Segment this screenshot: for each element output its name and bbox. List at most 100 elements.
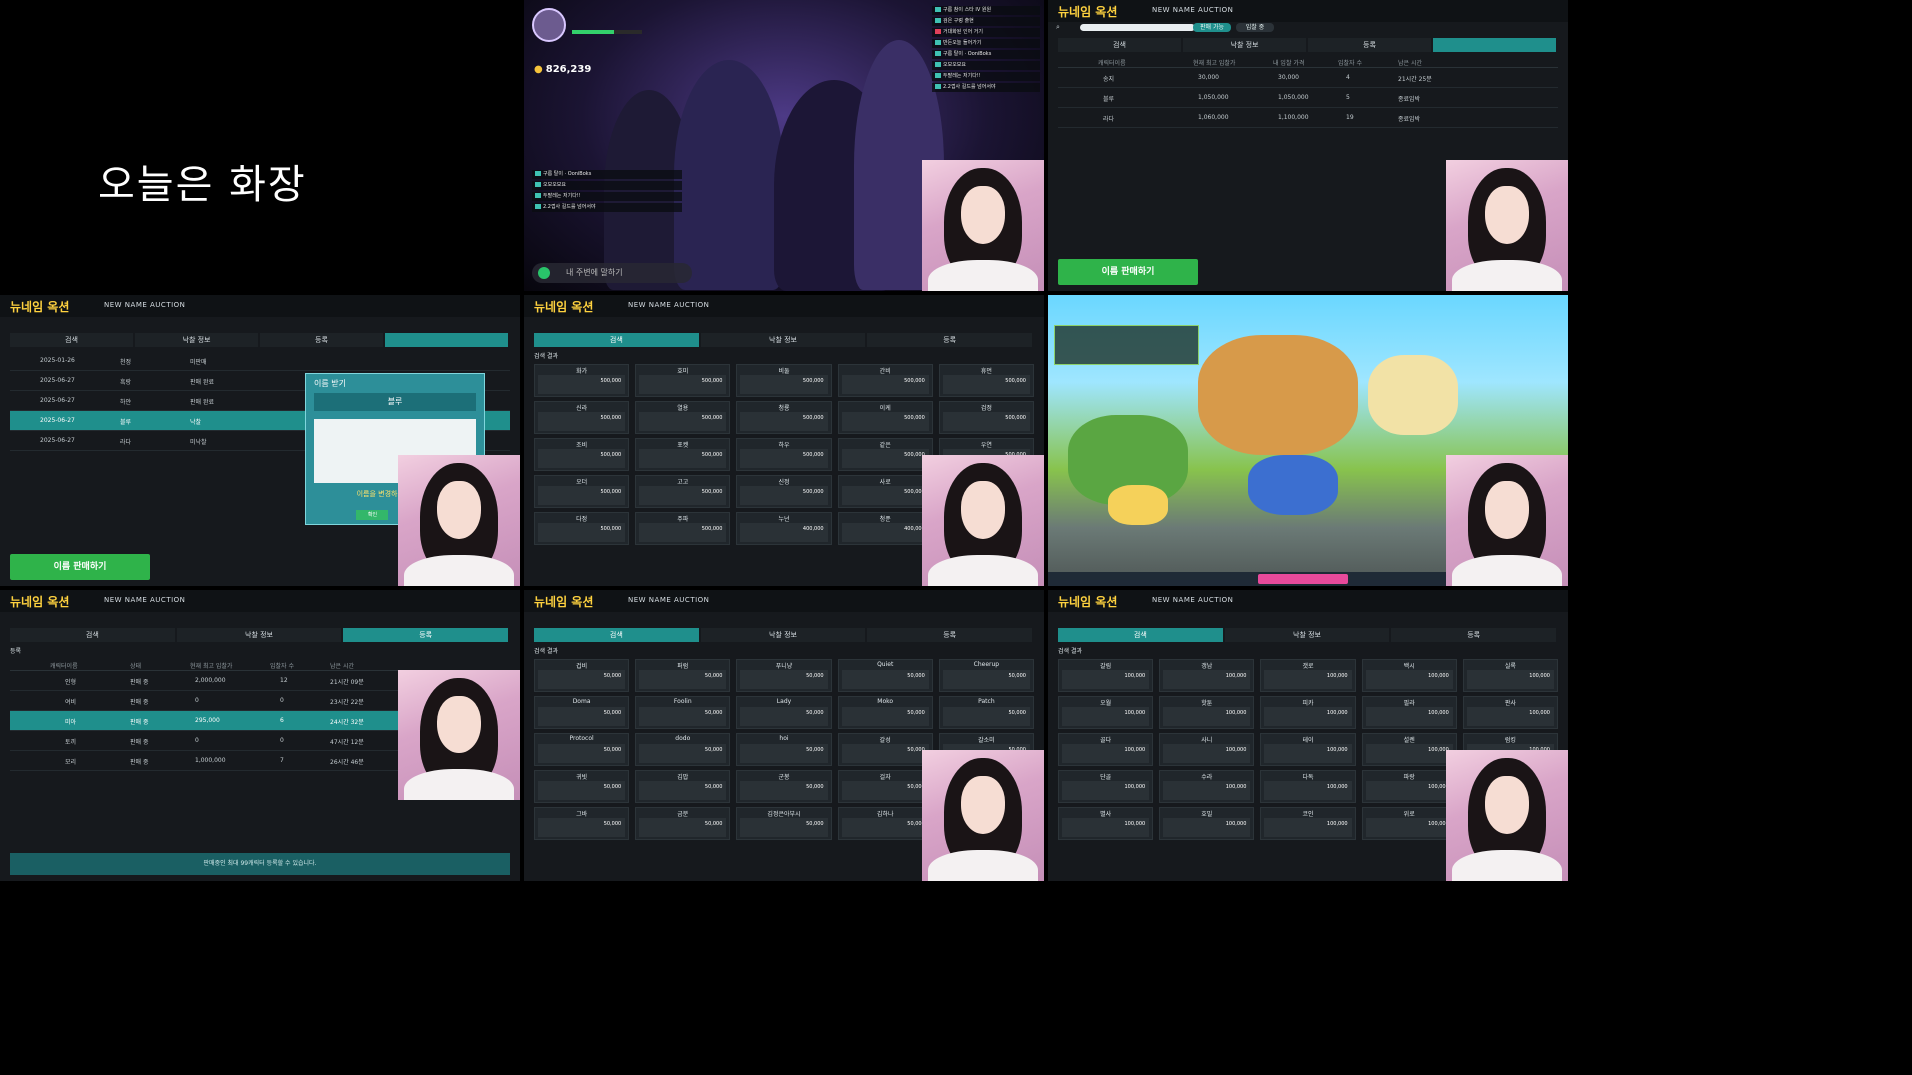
name-card[interactable]: 필라 100,000 [1361, 696, 1457, 729]
name-card[interactable]: 푸니냥 50,000 [736, 659, 832, 692]
tab-register[interactable]: 등록 [867, 628, 1033, 642]
say-input[interactable]: 내 주변에 말하기 [532, 263, 692, 283]
tab-register[interactable]: 등록 [867, 333, 1033, 347]
tab-register[interactable]: 등록 [1308, 38, 1431, 52]
name-card[interactable]: 휴먼 500,000 [938, 364, 1034, 397]
table-row[interactable]: 라다 1,060,000 1,100,000 19 종료임박 [1058, 108, 1558, 128]
tab-search[interactable]: 검색 [534, 628, 699, 642]
name-card[interactable]: 다독 100,000 [1260, 770, 1356, 803]
name-card[interactable]: 판사 100,000 [1462, 696, 1558, 729]
tab-bid[interactable]: 낙찰 정보 [135, 333, 258, 347]
tab-bid[interactable]: 낙찰 정보 [700, 333, 866, 347]
table-row[interactable]: 블루 1,050,000 1,050,000 5 종료임박 [1058, 88, 1558, 108]
name-card[interactable]: 이케 500,000 [837, 401, 933, 434]
name-card[interactable]: 신정 500,000 [736, 475, 832, 508]
tab-bid[interactable]: 낙찰 정보 [1183, 38, 1306, 52]
name-card[interactable]: 군봉 50,000 [736, 770, 832, 803]
tab-search[interactable]: 검색 [10, 333, 133, 347]
name-card[interactable]: 포켓 500,000 [635, 438, 731, 471]
table-header: 캐릭터이름 현재 최고 입찰가 내 입찰 가격 입찰자 수 남은 시간 [1058, 56, 1558, 68]
name-card[interactable]: 사로 500,000 [837, 475, 933, 508]
name-card[interactable]: 다정 500,000 [534, 512, 630, 545]
tab-register[interactable]: 등록 [1391, 628, 1557, 642]
name-card[interactable]: 퍼럼 50,000 [635, 659, 731, 692]
tab-bid[interactable]: 낙찰 정보 [176, 628, 342, 642]
player-avatar[interactable] [532, 8, 566, 42]
tab-register[interactable]: 등록 [343, 628, 509, 642]
table-row[interactable]: 2025-01-26 천정 미판매 [10, 351, 510, 371]
name-card[interactable]: 청룡 500,000 [736, 401, 832, 434]
name-card[interactable]: 신라 500,000 [534, 401, 630, 434]
name-card[interactable]: 사니 100,000 [1159, 733, 1255, 766]
name-card[interactable]: 걸자 50,000 [837, 770, 933, 803]
name-card[interactable]: 설렌 100,000 [1361, 733, 1457, 766]
name-card[interactable]: Lady 50,000 [736, 696, 832, 729]
tab-register[interactable]: 등록 [260, 333, 383, 347]
name-card[interactable]: 피카 100,000 [1260, 696, 1356, 729]
name-card[interactable]: 비둘 500,000 [736, 364, 832, 397]
name-card[interactable]: 코인 100,000 [1260, 807, 1356, 840]
name-card[interactable]: 수라 100,000 [1159, 770, 1255, 803]
name-card[interactable]: 갱남 100,000 [1159, 659, 1255, 692]
name-card[interactable]: 테이 100,000 [1260, 733, 1356, 766]
name-card[interactable]: 누넌 400,000 [736, 512, 832, 545]
name-card[interactable]: 호밀 100,000 [1159, 807, 1255, 840]
name-card[interactable]: Moko 50,000 [837, 696, 933, 729]
name-card[interactable]: Doma 50,000 [534, 696, 630, 729]
name-card[interactable]: hoi 50,000 [736, 733, 832, 766]
tab-search[interactable]: 검색 [1058, 38, 1181, 52]
name-card[interactable]: 오월 100,000 [1058, 696, 1154, 729]
name-card[interactable]: 검정 500,000 [938, 401, 1034, 434]
name-card[interactable]: 호미 500,000 [635, 364, 731, 397]
name-card[interactable]: 열용 500,000 [635, 401, 731, 434]
minimap[interactable] [1054, 325, 1199, 365]
name-card[interactable]: 금분 50,000 [635, 807, 731, 840]
name-card[interactable]: 백시 100,000 [1361, 659, 1457, 692]
tab-search[interactable]: 검색 [534, 333, 699, 347]
name-card[interactable]: 귀빗 50,000 [534, 770, 630, 803]
search-input[interactable] [1080, 24, 1195, 31]
filter-pill[interactable]: 판매 가능 [1193, 23, 1231, 32]
tab-history[interactable] [385, 333, 508, 347]
tab-search[interactable]: 검색 [10, 628, 175, 642]
name-card[interactable]: Foolin 50,000 [635, 696, 731, 729]
tab-bid[interactable]: 낙찰 정보 [700, 628, 866, 642]
name-card[interactable]: 오더 500,000 [534, 475, 630, 508]
tab-my-bids[interactable] [1433, 38, 1556, 52]
name-card[interactable]: dodo 50,000 [635, 733, 731, 766]
name-card[interactable]: 주파 500,000 [635, 512, 731, 545]
name-card[interactable]: 고고 500,000 [635, 475, 731, 508]
filter-pill[interactable]: 입찰 중 [1236, 23, 1274, 32]
name-card[interactable]: 실록 100,000 [1462, 659, 1558, 692]
name-card[interactable]: 하우 500,000 [736, 438, 832, 471]
name-card[interactable]: 갈림 100,000 [1058, 659, 1154, 692]
name-card[interactable]: 겁비 50,000 [534, 659, 630, 692]
name-card[interactable]: 단골 100,000 [1058, 770, 1154, 803]
name-card[interactable]: 갯로 100,000 [1260, 659, 1356, 692]
name-card[interactable]: Protocol 50,000 [534, 733, 630, 766]
confirm-button[interactable]: 확인 [356, 510, 389, 520]
name-card[interactable]: 같은 500,000 [837, 438, 933, 471]
name-card[interactable]: 갈성 50,000 [837, 733, 933, 766]
name-card[interactable]: 김정은아부시 50,000 [736, 807, 832, 840]
name-card[interactable]: Patch 50,000 [938, 696, 1034, 729]
name-card[interactable]: 파랑 100,000 [1361, 770, 1457, 803]
sell-name-button[interactable]: 이름 판매하기 [1058, 259, 1198, 285]
name-card[interactable]: 별사 100,000 [1058, 807, 1154, 840]
name-card[interactable]: 위로 100,000 [1361, 807, 1457, 840]
sell-name-button[interactable]: 이름 판매하기 [10, 554, 150, 580]
tab-search[interactable]: 검색 [1058, 628, 1223, 642]
tab-bid[interactable]: 낙찰 정보 [1224, 628, 1390, 642]
name-card[interactable]: Cheerup 50,000 [938, 659, 1034, 692]
name-card[interactable]: 김밥 50,000 [635, 770, 731, 803]
name-card[interactable]: 김하나 50,000 [837, 807, 933, 840]
name-card[interactable]: Quiet 50,000 [837, 659, 933, 692]
name-card[interactable]: 화가 500,000 [534, 364, 630, 397]
name-card[interactable]: 간비 500,000 [837, 364, 933, 397]
name-card[interactable]: 청푼 400,000 [837, 512, 933, 545]
name-card[interactable]: 골다 100,000 [1058, 733, 1154, 766]
name-card[interactable]: 그바 50,000 [534, 807, 630, 840]
table-row[interactable]: 송지 30,000 30,000 4 21시간 25분 [1058, 68, 1558, 88]
name-card[interactable]: 조비 500,000 [534, 438, 630, 471]
name-card[interactable]: 핫툰 100,000 [1159, 696, 1255, 729]
